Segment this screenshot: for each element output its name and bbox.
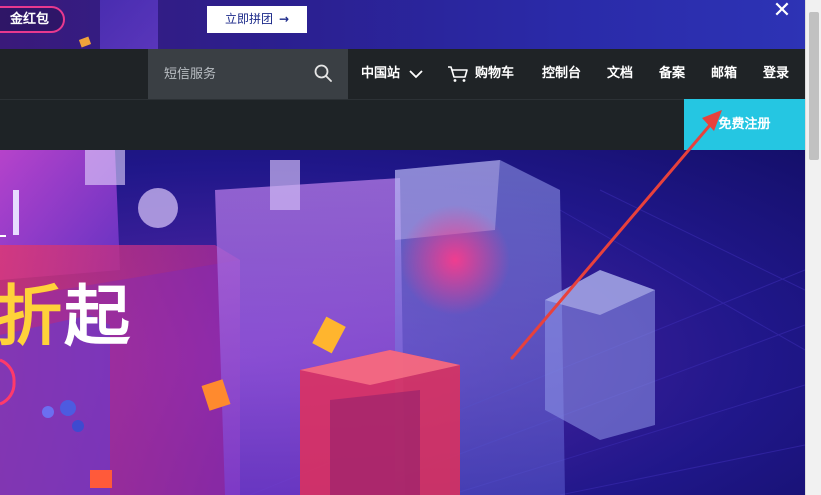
scrollbar-thumb[interactable] (809, 12, 819, 160)
hero-headline-part1: 折 (0, 278, 64, 355)
hero-headline-part2: 起 (64, 278, 132, 355)
region-label: 中国站 (361, 66, 401, 81)
search-icon[interactable] (314, 64, 332, 82)
page: 金红包 立即拼团 → ✕ 中国站 购物车 控制台 (0, 0, 821, 495)
chevron-down-icon (408, 69, 423, 78)
close-icon[interactable]: ✕ (770, 0, 794, 22)
register-button[interactable]: 免费注册 (684, 99, 805, 150)
arrow-right-icon: → (278, 12, 290, 26)
nav-item-region[interactable]: 中国站 (361, 49, 423, 99)
promo-decoration (100, 0, 158, 49)
cart-icon (448, 65, 468, 82)
search-input[interactable] (148, 49, 308, 99)
nav-item-login[interactable]: 登录 (763, 49, 789, 99)
hero-headline: 折起 (0, 282, 132, 352)
join-group-button[interactable]: 立即拼团 → (207, 6, 307, 33)
top-nav: 中国站 购物车 控制台 文档 备案 邮箱 登录 (0, 49, 805, 99)
nav-item-filing[interactable]: 备案 (659, 49, 685, 99)
page-scrollbar[interactable] (805, 0, 821, 495)
confetti-decoration (78, 36, 92, 48)
cart-label: 购物车 (475, 66, 515, 81)
hero-banner[interactable]: 折起 (0, 150, 805, 495)
promo-banner: 金红包 立即拼团 → ✕ (0, 0, 805, 49)
nav-item-cart[interactable]: 购物车 (447, 49, 514, 99)
nav-item-mail[interactable]: 邮箱 (711, 49, 737, 99)
nav-item-docs[interactable]: 文档 (607, 49, 633, 99)
nav-item-console[interactable]: 控制台 (542, 49, 581, 99)
red-packet-badge[interactable]: 金红包 (0, 6, 66, 33)
join-group-label: 立即拼团 (224, 12, 273, 26)
